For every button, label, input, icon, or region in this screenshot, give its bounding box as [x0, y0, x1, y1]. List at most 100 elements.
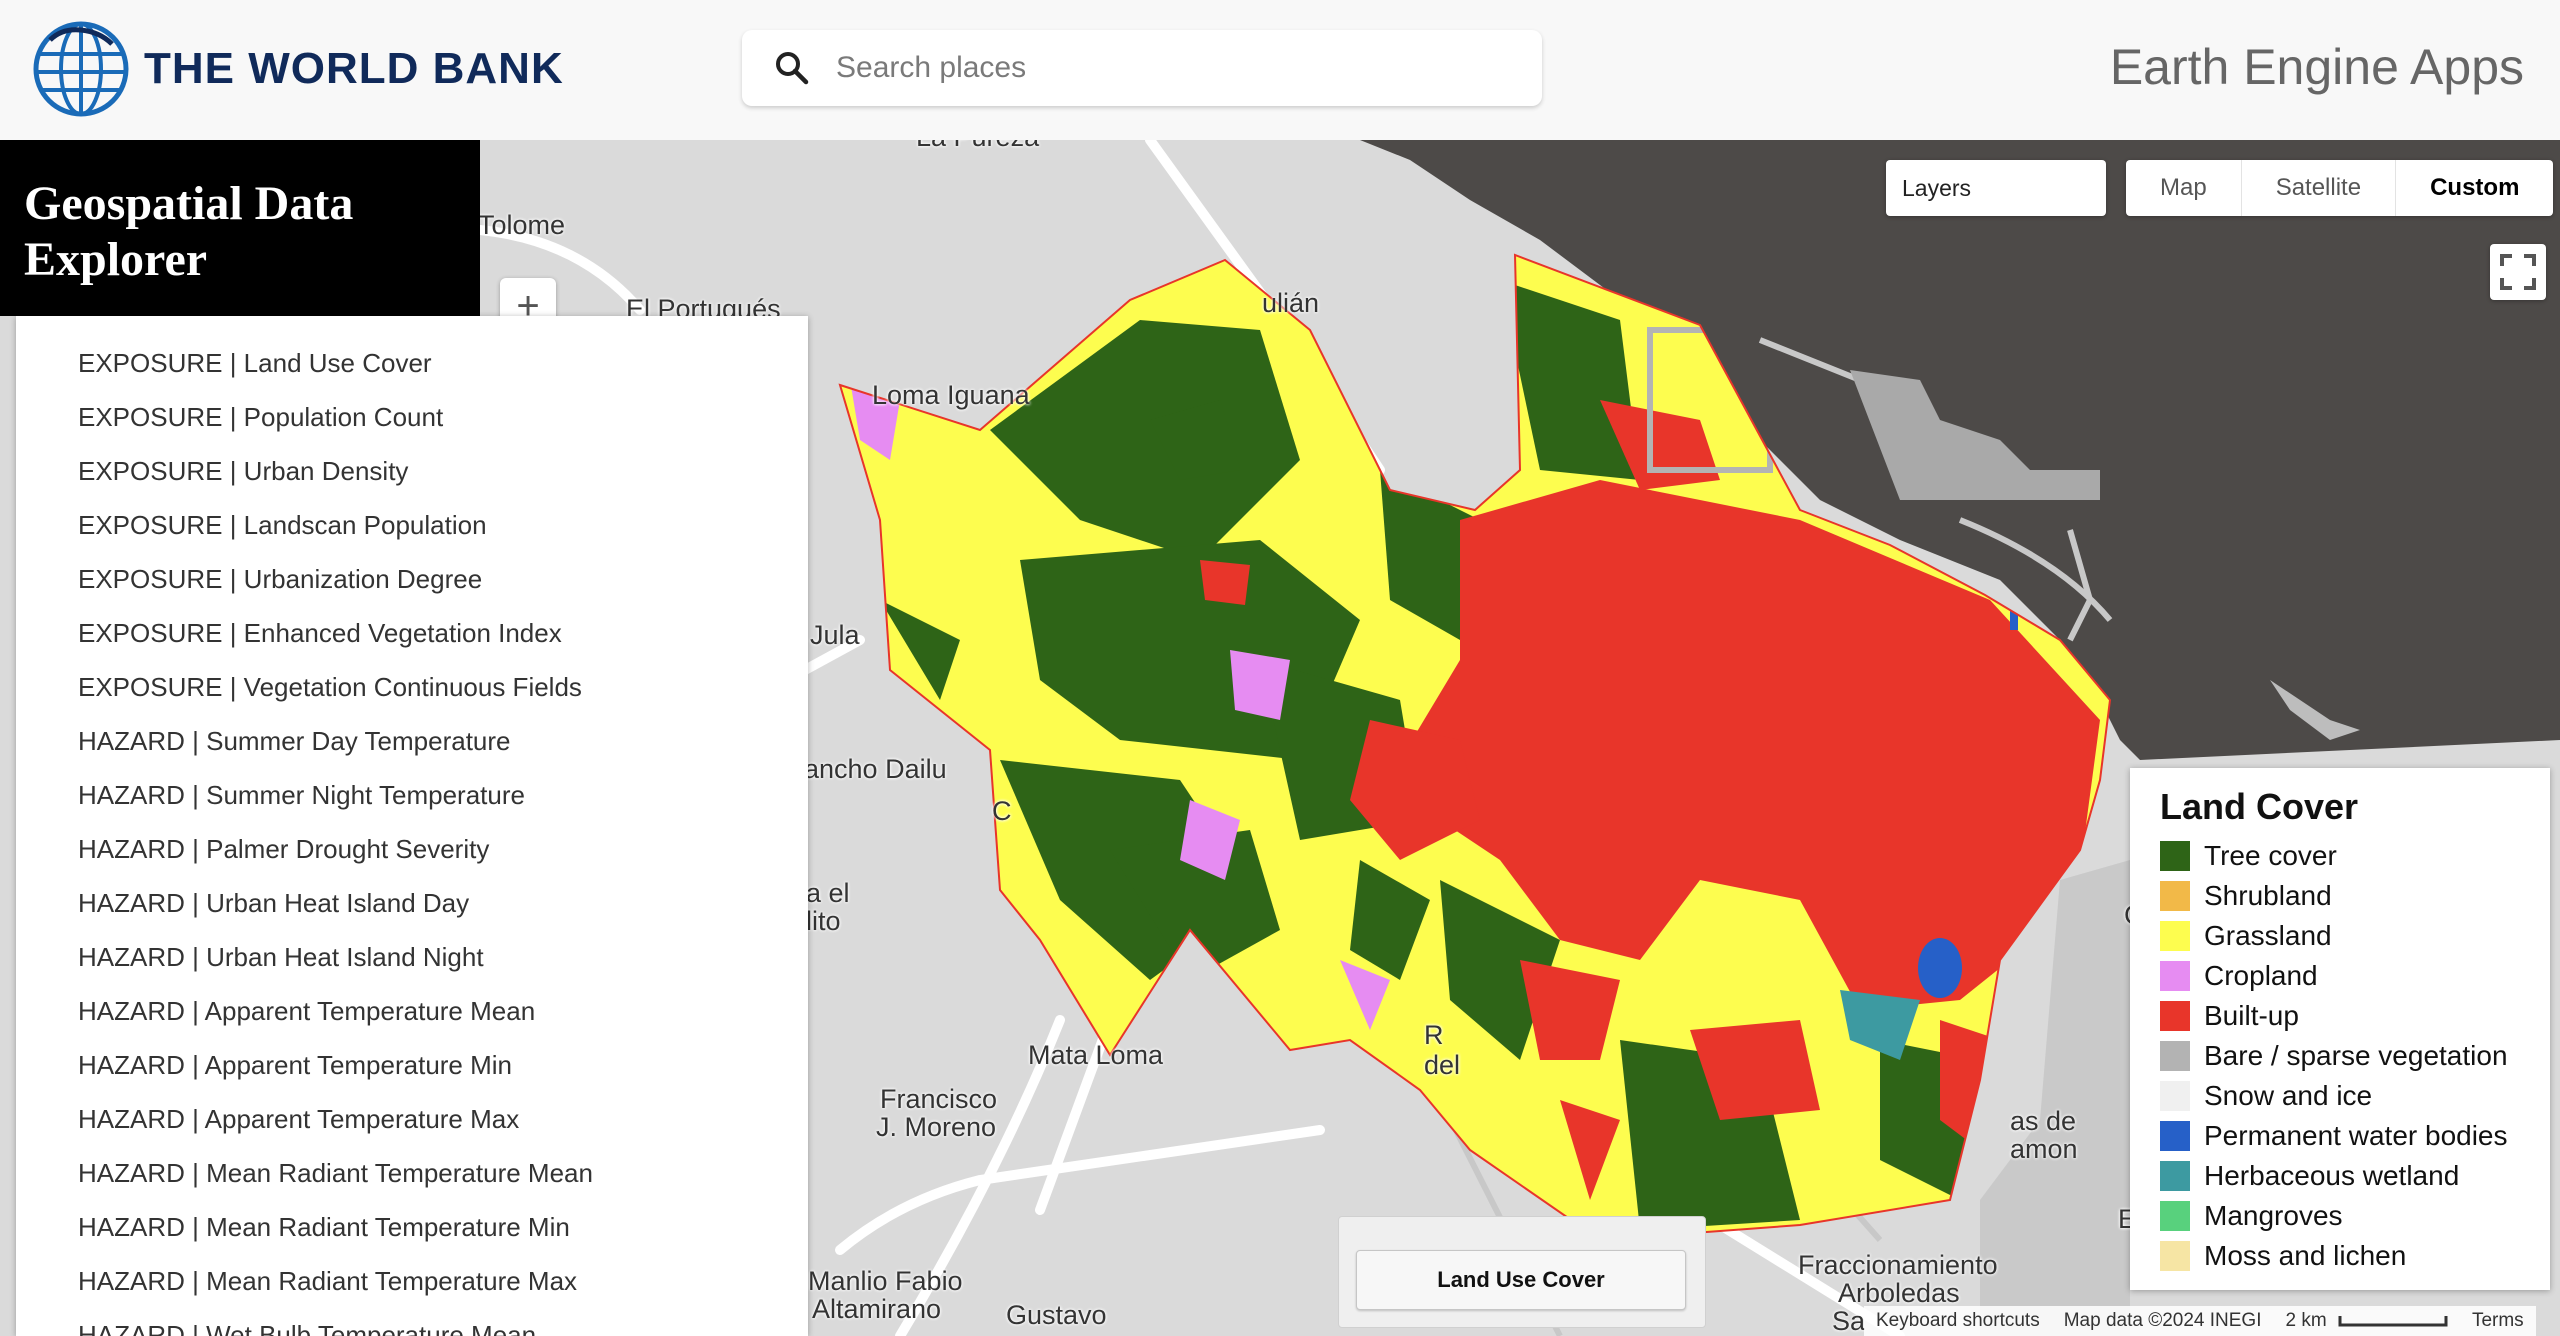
layer-item[interactable]: HAZARD | Mean Radiant Temperature Max	[16, 1254, 808, 1308]
layer-item[interactable]: EXPOSURE | Urban Density	[16, 444, 808, 498]
layers-dropdown[interactable]: Layers	[1886, 160, 2106, 216]
layer-item[interactable]: EXPOSURE | Land Use Cover	[16, 336, 808, 390]
place-label: La Pureza	[916, 140, 1039, 153]
layer-item[interactable]: HAZARD | Mean Radiant Temperature Mean	[16, 1146, 808, 1200]
place-label: lito	[806, 906, 841, 936]
place-label: C	[992, 796, 1012, 826]
legend-label: Snow and ice	[2204, 1080, 2373, 1111]
place-label: R	[1424, 1020, 1444, 1050]
layer-list: EXPOSURE | Land Use Cover EXPOSURE | Pop…	[16, 316, 808, 1336]
place-label: Jula	[810, 620, 860, 650]
legend-item: Snow and ice	[2160, 1076, 2550, 1116]
place-label: ulián	[1262, 288, 1320, 318]
layer-item[interactable]: HAZARD | Summer Night Temperature	[16, 768, 808, 822]
map-type-control: Map Satellite Custom	[2126, 160, 2554, 216]
panel-title: Geospatial Data Explorer	[0, 140, 480, 316]
place-label: Fraccionamiento	[1798, 1250, 1998, 1280]
legend-label: Cropland	[2204, 960, 2318, 991]
place-label: ancho Dailu	[804, 754, 947, 784]
legend-item: Grassland	[2160, 916, 2550, 956]
legend-label: Bare / sparse vegetation	[2204, 1040, 2508, 1071]
scale-bar-icon	[2338, 1315, 2448, 1327]
legend-label: Herbaceous wetland	[2204, 1160, 2460, 1191]
world-bank-logo[interactable]: THE WORLD BANK	[32, 20, 564, 118]
layer-item[interactable]: EXPOSURE | Landscan Population	[16, 498, 808, 552]
legend-title: Land Cover	[2160, 786, 2359, 827]
layer-item[interactable]: EXPOSURE | Vegetation Continuous Fields	[16, 660, 808, 714]
layer-item[interactable]: HAZARD | Summer Day Temperature	[16, 714, 808, 768]
place-label: Altamirano	[812, 1294, 942, 1324]
legend-item: Cropland	[2160, 956, 2550, 996]
place-label: amon	[2010, 1134, 2078, 1164]
place-label: Arboledas	[1838, 1278, 1960, 1308]
fullscreen-icon	[2500, 254, 2536, 290]
legend-item: Permanent water bodies	[2160, 1116, 2550, 1156]
legend-swatch	[2160, 1241, 2190, 1271]
legend-swatch	[2160, 921, 2190, 951]
legend-label: Grassland	[2204, 920, 2332, 951]
layer-item[interactable]: HAZARD | Palmer Drought Severity	[16, 822, 808, 876]
layer-item[interactable]: HAZARD | Urban Heat Island Night	[16, 930, 808, 984]
search-box[interactable]	[742, 30, 1542, 106]
place-label: del	[1424, 1050, 1461, 1080]
place-label: Manlio Fabio	[808, 1266, 963, 1296]
legend-swatch	[2160, 1161, 2190, 1191]
legend-swatch	[2160, 1001, 2190, 1031]
place-label: Tolome	[478, 210, 566, 240]
legend-label: Built-up	[2204, 1000, 2299, 1031]
land-use-cover-button[interactable]: Land Use Cover	[1356, 1250, 1686, 1310]
map-type-custom[interactable]: Custom	[2396, 160, 2553, 216]
legend-swatch	[2160, 1121, 2190, 1151]
search-input[interactable]	[834, 50, 1488, 86]
place-label: Sa	[1832, 1306, 1866, 1336]
org-name: THE WORLD BANK	[144, 44, 564, 93]
place-label: Mata Loma	[1028, 1040, 1164, 1070]
legend-item: Built-up	[2160, 996, 2550, 1036]
map-attribution: Keyboard shortcuts Map data ©2024 INEGI …	[1864, 1306, 2536, 1336]
app-title: Earth Engine Apps	[2109, 39, 2524, 95]
legend-swatch	[2160, 881, 2190, 911]
scale-label[interactable]: 2 km	[2273, 1306, 2459, 1336]
legend-item: Herbaceous wetland	[2160, 1156, 2550, 1196]
legend-item: Mangroves	[2160, 1196, 2550, 1236]
scale-value: 2 km	[2285, 1310, 2327, 1331]
place-label: Loma Iguana	[872, 380, 1030, 410]
layer-item[interactable]: EXPOSURE | Population Count	[16, 390, 808, 444]
legend-swatch	[2160, 1081, 2190, 1111]
search-icon	[776, 52, 809, 85]
layer-item[interactable]: HAZARD | Urban Heat Island Day	[16, 876, 808, 930]
legend-label: Moss and lichen	[2204, 1240, 2407, 1271]
map-type-map[interactable]: Map	[2126, 160, 2242, 216]
layer-item[interactable]: HAZARD | Mean Radiant Temperature Min	[16, 1200, 808, 1254]
terms-link[interactable]: Terms	[2460, 1306, 2536, 1336]
panel-title-line1: Geospatial Data	[24, 177, 354, 230]
place-label: as de	[2010, 1106, 2077, 1136]
legend-swatch	[2160, 841, 2190, 871]
app-header: THE WORLD BANK Earth Engine Apps	[0, 0, 2560, 141]
place-label: a el	[806, 878, 850, 908]
layer-item[interactable]: HAZARD | Wet Bulb Temperature Mean	[16, 1308, 808, 1336]
legend-label: Mangroves	[2204, 1200, 2343, 1231]
layer-item[interactable]: EXPOSURE | Enhanced Vegetation Index	[16, 606, 808, 660]
panel-title-line2: Explorer	[24, 233, 208, 286]
layer-item[interactable]: HAZARD | Apparent Temperature Max	[16, 1092, 808, 1146]
land-cover-legend: Land Cover Tree cover Shrubland Grasslan…	[2130, 768, 2550, 1290]
legend-item: Shrubland	[2160, 876, 2550, 916]
legend-label: Shrubland	[2204, 880, 2332, 911]
legend-item: Bare / sparse vegetation	[2160, 1036, 2550, 1076]
place-label: Gustavo	[1006, 1300, 1107, 1330]
legend-swatch	[2160, 961, 2190, 991]
keyboard-shortcuts-link[interactable]: Keyboard shortcuts	[1864, 1306, 2052, 1336]
legend-swatch	[2160, 1041, 2190, 1071]
layer-item[interactable]: EXPOSURE | Urbanization Degree	[16, 552, 808, 606]
layer-item[interactable]: HAZARD | Apparent Temperature Min	[16, 1038, 808, 1092]
place-label: J. Moreno	[876, 1112, 997, 1142]
legend-item: Tree cover	[2160, 836, 2550, 876]
place-label: Francisco	[880, 1084, 998, 1114]
fullscreen-button[interactable]	[2490, 244, 2546, 300]
legend-label: Tree cover	[2204, 840, 2337, 871]
globe-icon	[33, 21, 129, 117]
legend-label: Permanent water bodies	[2204, 1120, 2508, 1151]
map-type-satellite[interactable]: Satellite	[2242, 160, 2397, 216]
layer-item[interactable]: HAZARD | Apparent Temperature Mean	[16, 984, 808, 1038]
